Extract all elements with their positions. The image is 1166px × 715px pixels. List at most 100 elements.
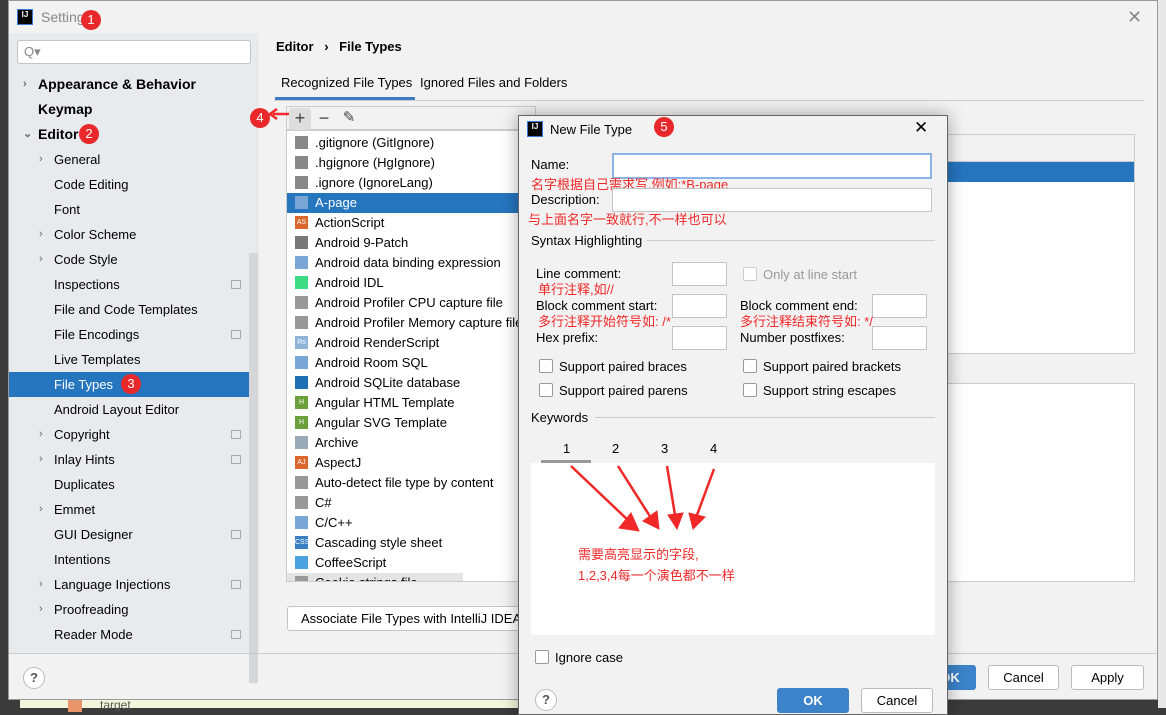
sidebar-item-appearance-behavior[interactable]: › Appearance & Behavior <box>9 72 249 97</box>
sidebar-item-code-style[interactable]: › Code Style <box>9 247 249 272</box>
file-type-row[interactable]: Android 9-Patch <box>287 233 537 253</box>
file-type-row[interactable]: C/C++ <box>287 513 537 533</box>
paired-brackets-label: Support paired brackets <box>763 359 902 374</box>
file-types-toolbar: + − ✎ <box>286 106 536 130</box>
edit-file-type-button[interactable]: ✎ <box>338 108 360 130</box>
chevron-right-icon[interactable]: › <box>39 147 43 172</box>
sidebar-item-label: File Types <box>54 377 114 392</box>
tab-ignored-files[interactable]: Ignored Files and Folders <box>420 75 567 101</box>
add-file-type-button[interactable]: + <box>289 108 311 130</box>
close-dialog-button[interactable]: ✕ <box>914 118 928 138</box>
chevron-down-icon[interactable]: ⌄ <box>23 122 32 147</box>
number-postfixes-input[interactable] <box>872 326 927 350</box>
file-type-row[interactable]: Android SQLite database <box>287 373 537 393</box>
block-comment-start-input[interactable] <box>672 294 727 318</box>
file-type-row[interactable]: Android Profiler Memory capture file <box>287 313 537 333</box>
file-type-row[interactable]: Android Profiler CPU capture file <box>287 293 537 313</box>
dialog-ok-button[interactable]: OK <box>777 688 849 713</box>
sidebar-item-label: File and Code Templates <box>54 302 198 317</box>
sidebar-item-label: Intentions <box>54 552 111 567</box>
chevron-right-icon[interactable]: › <box>39 222 43 247</box>
keyword-tab-2[interactable]: 2 <box>612 441 619 456</box>
archive-icon <box>295 436 308 449</box>
file-type-row[interactable]: Auto-detect file type by content <box>287 473 537 493</box>
sidebar-item-gui-designer[interactable]: GUI Designer <box>9 522 249 547</box>
block-comment-end-input[interactable] <box>872 294 927 318</box>
file-type-row[interactable]: Android IDL <box>287 273 537 293</box>
sidebar-item-general[interactable]: › General <box>9 147 249 172</box>
sidebar-item-code-editing[interactable]: Code Editing <box>9 172 249 197</box>
remove-file-type-button[interactable]: − <box>313 108 335 130</box>
sidebar-item-reader-mode[interactable]: Reader Mode <box>9 622 249 647</box>
file-type-row[interactable]: Cookie strings file <box>287 573 463 581</box>
file-type-row[interactable]: Android data binding expression <box>287 253 537 273</box>
sidebar-item-duplicates[interactable]: Duplicates <box>9 472 249 497</box>
only-line-start-checkbox[interactable] <box>743 267 757 281</box>
keyword-tab-3[interactable]: 3 <box>661 441 668 456</box>
chevron-right-icon[interactable]: › <box>39 247 43 272</box>
file-type-row[interactable]: C# <box>287 493 537 513</box>
paired-parens-checkbox[interactable] <box>539 383 553 397</box>
file-type-row[interactable]: Rs Android RenderScript <box>287 333 537 353</box>
file-type-label: Angular SVG Template <box>315 415 447 430</box>
file-type-label: Archive <box>315 435 359 450</box>
apply-button[interactable]: Apply <box>1071 665 1144 690</box>
sidebar-item-keymap[interactable]: Keymap <box>9 97 249 122</box>
sidebar-item-android-layout-editor[interactable]: Android Layout Editor <box>9 397 249 422</box>
associate-file-types-button[interactable]: Associate File Types with IntelliJ IDEA.… <box>287 606 527 631</box>
file-type-row[interactable]: AJ AspectJ <box>287 453 537 473</box>
sidebar-item-intentions[interactable]: Intentions <box>9 547 249 572</box>
chevron-right-icon[interactable]: › <box>39 447 43 472</box>
breadcrumb-parent[interactable]: Editor <box>276 39 314 54</box>
file-type-row[interactable]: Android Room SQL <box>287 353 537 373</box>
sidebar-item-color-scheme[interactable]: › Color Scheme <box>9 222 249 247</box>
string-escapes-checkbox[interactable] <box>743 383 757 397</box>
file-type-row[interactable]: A-page <box>287 193 537 213</box>
chevron-right-icon[interactable]: › <box>39 422 43 447</box>
chevron-right-icon[interactable]: › <box>39 572 43 597</box>
hex-prefix-input[interactable] <box>672 326 727 350</box>
sidebar-item-emmet[interactable]: › Emmet <box>9 497 249 522</box>
sidebar-scrollbar[interactable] <box>249 253 258 683</box>
sidebar-item-label: Emmet <box>54 502 96 517</box>
file-type-row[interactable]: .hgignore (HgIgnore) <box>287 153 537 173</box>
sidebar-item-inspections[interactable]: Inspections <box>9 272 249 297</box>
sidebar-item-file-encodings[interactable]: File Encodings <box>9 322 249 347</box>
sidebar-item-editor[interactable]: ⌄ Editor <box>9 122 249 147</box>
help-button[interactable]: ? <box>23 667 45 689</box>
sidebar-item-copyright[interactable]: › Copyright <box>9 422 249 447</box>
file-type-row[interactable]: .gitignore (GitIgnore) <box>287 133 537 153</box>
selected-pattern-row[interactable] <box>937 162 1134 182</box>
dialog-cancel-button[interactable]: Cancel <box>861 688 933 713</box>
ignore-case-checkbox[interactable] <box>535 650 549 664</box>
sidebar-item-inlay-hints[interactable]: › Inlay Hints <box>9 447 249 472</box>
sidebar-item-font[interactable]: Font <box>9 197 249 222</box>
file-type-row[interactable]: .ignore (IgnoreLang) <box>287 173 537 193</box>
cancel-button[interactable]: Cancel <box>988 665 1059 690</box>
file-type-row[interactable]: H Angular SVG Template <box>287 413 537 433</box>
chevron-right-icon[interactable]: › <box>39 497 43 522</box>
file-type-row[interactable]: CSS Cascading style sheet <box>287 533 537 553</box>
close-window-button[interactable]: ✕ <box>1127 7 1142 28</box>
keywords-editor[interactable]: 需要高亮显示的字段, 1,2,3,4每一个演色都不一样 <box>531 463 935 635</box>
file-type-row[interactable]: H Angular HTML Template <box>287 393 537 413</box>
keywords-annotation-2: 1,2,3,4每一个演色都不一样 <box>578 568 735 583</box>
sidebar-item-proofreading[interactable]: › Proofreading <box>9 597 249 622</box>
file-type-row[interactable]: AS ActionScript <box>287 213 537 233</box>
keyword-tab-1[interactable]: 1 <box>563 441 570 456</box>
chevron-right-icon[interactable]: › <box>39 597 43 622</box>
paired-brackets-checkbox[interactable] <box>743 359 757 373</box>
line-comment-input[interactable] <box>672 262 727 286</box>
title-bar: IJ Settings <box>9 1 1157 33</box>
sidebar-item-file-and-code-templates[interactable]: File and Code Templates <box>9 297 249 322</box>
file-type-row[interactable]: Archive <box>287 433 537 453</box>
sidebar-item-live-templates[interactable]: Live Templates <box>9 347 249 372</box>
syntax-highlighting-heading: Syntax Highlighting <box>531 233 643 248</box>
settings-search-input[interactable]: Q▾ <box>17 40 251 64</box>
keyword-tab-4[interactable]: 4 <box>710 441 717 456</box>
project-settings-icon <box>231 330 241 339</box>
paired-braces-checkbox[interactable] <box>539 359 553 373</box>
file-type-row[interactable]: CoffeeScript <box>287 553 537 573</box>
chevron-right-icon[interactable]: › <box>23 72 27 97</box>
sidebar-item-language-injections[interactable]: › Language Injections <box>9 572 249 597</box>
